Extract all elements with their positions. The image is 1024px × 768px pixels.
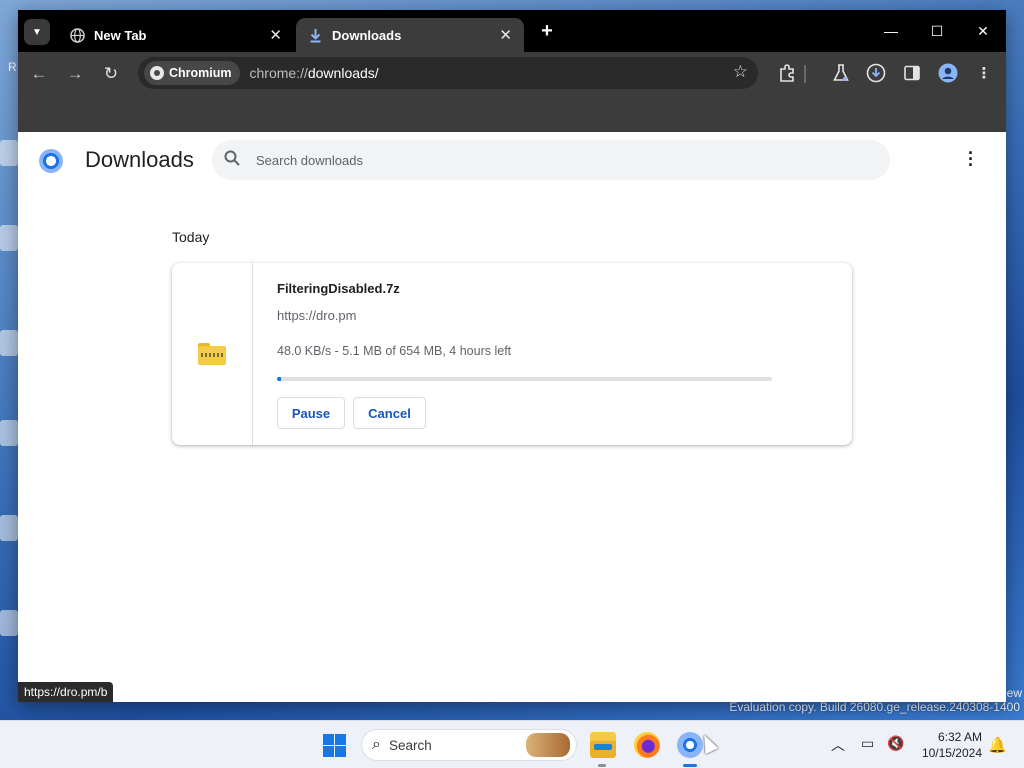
clock-time: 6:32 AM	[937, 730, 982, 744]
active-app-indicator	[683, 764, 697, 767]
tab-downloads[interactable]: Downloads ✕	[296, 18, 524, 52]
minimize-button[interactable]: —	[868, 18, 914, 44]
link-status-bubble: https://dro.pm/b	[18, 682, 114, 702]
desktop-icon[interactable]	[0, 330, 18, 356]
search-downloads-box[interactable]	[212, 140, 890, 180]
arrow-left-icon: ←	[30, 64, 48, 83]
zip-folder-icon	[198, 343, 226, 365]
taskbar-search-box[interactable]: ⌕ Search	[361, 729, 577, 761]
tab-search-button[interactable]: ▼	[24, 19, 50, 45]
desktop-icon[interactable]	[0, 610, 18, 636]
page-title: Downloads	[85, 147, 194, 172]
running-indicator	[598, 764, 606, 767]
toolbar-divider	[804, 65, 806, 83]
reload-button[interactable]: ↻	[98, 61, 124, 87]
file-name-link[interactable]: FilteringDisabled.7z	[277, 281, 400, 296]
downloads-page: Downloads ··· Today FilteringDisabled.7z…	[18, 132, 1006, 702]
back-button[interactable]: ←	[26, 61, 52, 87]
close-tab-icon[interactable]: ✕	[269, 26, 282, 44]
chromium-logo	[39, 149, 63, 173]
browser-window: ▼ New Tab ✕ Downloads ✕ + — ☐ ✕ ← → ↻ Ch…	[18, 10, 1006, 702]
maximize-button[interactable]: ☐	[914, 18, 960, 44]
url-host: downloads/	[307, 65, 379, 81]
side-panel-icon[interactable]	[901, 62, 923, 84]
tab-label: New Tab	[94, 27, 147, 43]
download-item-card: FilteringDisabled.7z https://dro.pm 48.0…	[172, 263, 852, 445]
download-icon	[308, 28, 323, 43]
notification-bell-icon[interactable]: 🔔	[988, 736, 1007, 754]
labs-flask-icon[interactable]	[830, 62, 852, 84]
volume-muted-icon[interactable]: 🔇	[887, 735, 904, 752]
downloads-toolbar-icon[interactable]	[865, 62, 887, 84]
taskbar: ⌕ Search ︿ ▭ 🔇 6:32 AM 10/15/2024 🔔	[0, 720, 1024, 768]
menu-kebab-icon[interactable]: ⋮	[973, 62, 995, 84]
file-explorer-icon[interactable]	[590, 732, 616, 758]
new-tab-button[interactable]: +	[536, 20, 558, 42]
browser-toolbar: ← → ↻ Chromium chrome://downloads/ ☆ ⋮	[18, 52, 1006, 96]
reload-icon: ↻	[103, 64, 119, 83]
download-progress-bar	[277, 377, 772, 381]
profile-avatar-icon[interactable]	[937, 62, 959, 84]
system-clock[interactable]: 6:32 AM 10/15/2024	[916, 729, 982, 761]
desktop-icon[interactable]	[0, 420, 18, 446]
taskbar-search-label: Search	[388, 737, 432, 753]
download-progress-fill	[277, 377, 281, 381]
bookmark-star-icon[interactable]: ☆	[733, 62, 748, 82]
chevron-down-icon: ▼	[32, 26, 42, 38]
url-scheme: chrome://	[249, 65, 308, 81]
desktop-icon[interactable]	[0, 225, 18, 251]
section-date-heading: Today	[172, 229, 210, 245]
search-input[interactable]	[256, 152, 856, 168]
page-menu-kebab-icon[interactable]: · · ·	[964, 144, 978, 174]
extensions-icon[interactable]	[776, 62, 798, 84]
file-icon-column	[172, 263, 253, 445]
chevron-up-icon[interactable]: ︿	[831, 735, 845, 755]
tab-strip: ▼ New Tab ✕ Downloads ✕ + — ☐ ✕	[18, 10, 1006, 52]
file-source-url[interactable]: https://dro.pm	[277, 308, 356, 323]
windows-start-icon[interactable]	[323, 734, 346, 757]
desktop-icon[interactable]	[0, 140, 18, 166]
tab-new-tab[interactable]: New Tab ✕	[58, 18, 294, 52]
evaluation-watermark: Evaluation copy. Build 26080.ge_release.…	[729, 700, 1020, 714]
site-info-chip[interactable]: Chromium	[144, 61, 240, 85]
forward-button[interactable]: →	[62, 61, 88, 87]
network-icon[interactable]: ▭	[861, 735, 874, 752]
globe-icon	[70, 27, 85, 43]
watermark-edge-text: ew	[1006, 686, 1022, 700]
search-icon	[224, 150, 244, 171]
cancel-button[interactable]: Cancel	[353, 397, 426, 429]
search-icon: ⌕	[372, 736, 381, 753]
url-text[interactable]: chrome://downloads/	[250, 65, 379, 81]
clock-date: 10/15/2024	[921, 746, 982, 760]
tab-label: Downloads	[332, 27, 402, 43]
chromium-icon	[150, 66, 164, 80]
search-highlight-image	[526, 733, 570, 757]
desktop-icon-label: R	[8, 60, 17, 74]
chip-label: Chromium	[169, 66, 232, 80]
download-status-text: 48.0 KB/s - 5.1 MB of 654 MB, 4 hours le…	[277, 344, 512, 358]
close-window-button[interactable]: ✕	[960, 18, 1006, 44]
arrow-right-icon: →	[66, 64, 84, 83]
firefox-icon[interactable]	[634, 732, 660, 758]
close-tab-icon[interactable]: ✕	[499, 26, 512, 44]
desktop-icon[interactable]	[0, 515, 18, 541]
pause-button[interactable]: Pause	[277, 397, 345, 429]
address-bar[interactable]: Chromium chrome://downloads/ ☆	[138, 57, 758, 89]
